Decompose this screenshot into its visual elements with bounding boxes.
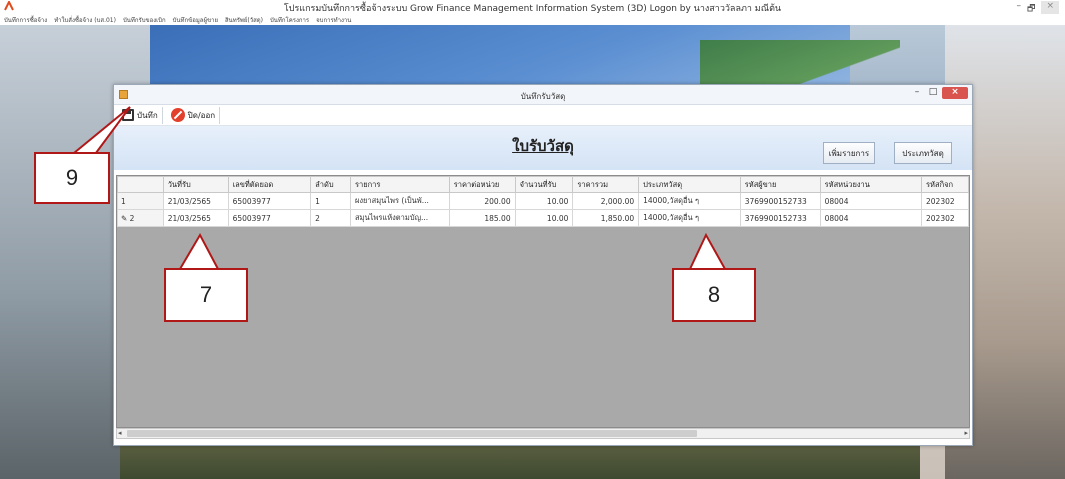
- callout-pointers: [73, 106, 726, 270]
- callout-7-pointer: [179, 232, 219, 270]
- callout-8: 8: [672, 268, 756, 322]
- callout-7: 7: [164, 268, 248, 322]
- callout-8-pointer: [689, 232, 726, 270]
- callout-9: 9: [34, 152, 110, 204]
